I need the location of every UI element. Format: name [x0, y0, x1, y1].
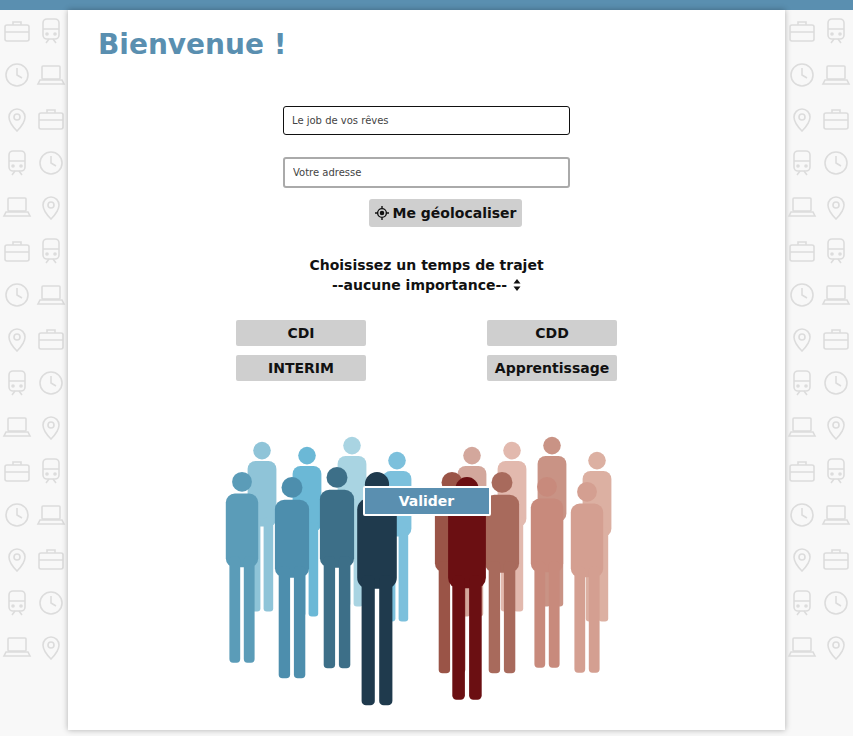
- contract-type-button[interactable]: CDD: [487, 320, 617, 346]
- pin-icon: [2, 544, 32, 574]
- page-title: Bienvenue !: [68, 10, 785, 62]
- laptop-icon: [821, 500, 851, 530]
- search-form: Me géolocaliser Choisissez un temps de t…: [68, 106, 785, 721]
- pin-icon: [36, 192, 66, 222]
- pin-icon: [821, 412, 851, 442]
- briefcase-icon: [821, 104, 851, 134]
- clock-icon: [821, 148, 851, 178]
- contract-type-grid: CDI CDD INTERIM Apprentissage: [236, 320, 617, 381]
- laptop-icon: [821, 280, 851, 310]
- briefcase-icon: [36, 104, 66, 134]
- pin-icon: [787, 104, 817, 134]
- train-icon: [787, 148, 817, 178]
- train-icon: [2, 148, 32, 178]
- contract-type-button[interactable]: Apprentissage: [487, 355, 617, 381]
- travel-time-label: Choisissez un temps de trajet: [309, 257, 543, 273]
- geolocate-button[interactable]: Me géolocaliser: [369, 199, 523, 227]
- train-icon: [787, 588, 817, 618]
- travel-time-select[interactable]: --aucune importance--: [332, 277, 521, 293]
- train-icon: [821, 16, 851, 46]
- train-icon: [787, 368, 817, 398]
- briefcase-icon: [787, 16, 817, 46]
- briefcase-icon: [2, 236, 32, 266]
- laptop-icon: [2, 632, 32, 662]
- laptop-icon: [821, 60, 851, 90]
- laptop-icon: [36, 500, 66, 530]
- crowd-people-icon: [202, 431, 652, 721]
- clock-icon: [36, 588, 66, 618]
- pin-icon: [787, 324, 817, 354]
- briefcase-icon: [787, 236, 817, 266]
- laptop-icon: [787, 632, 817, 662]
- train-icon: [2, 588, 32, 618]
- laptop-icon: [36, 280, 66, 310]
- pin-icon: [36, 412, 66, 442]
- clock-icon: [36, 148, 66, 178]
- text-field[interactable]: [283, 157, 570, 188]
- briefcase-icon: [36, 544, 66, 574]
- clock-icon: [2, 280, 32, 310]
- crowd-illustration: Valider: [202, 431, 652, 721]
- train-icon: [36, 16, 66, 46]
- laptop-icon: [2, 192, 32, 222]
- briefcase-icon: [36, 324, 66, 354]
- background-pattern: [785, 10, 853, 736]
- clock-icon: [821, 368, 851, 398]
- welcome-card: Bienvenue ! Me géolocaliser Choisissez u…: [68, 10, 785, 730]
- geolocate-label: Me géolocaliser: [393, 205, 517, 221]
- pin-icon: [2, 324, 32, 354]
- briefcase-icon: [821, 324, 851, 354]
- contract-type-button[interactable]: INTERIM: [236, 355, 366, 381]
- clock-icon: [821, 588, 851, 618]
- pin-icon: [787, 544, 817, 574]
- briefcase-icon: [821, 544, 851, 574]
- pin-icon: [36, 632, 66, 662]
- clock-icon: [787, 60, 817, 90]
- travel-time-value: --aucune importance--: [332, 277, 507, 293]
- pin-icon: [821, 192, 851, 222]
- pin-icon: [821, 632, 851, 662]
- clock-icon: [2, 60, 32, 90]
- train-icon: [821, 236, 851, 266]
- train-icon: [36, 236, 66, 266]
- clock-icon: [2, 500, 32, 530]
- pin-icon: [2, 104, 32, 134]
- crosshair-icon: [375, 206, 389, 220]
- clock-icon: [787, 500, 817, 530]
- laptop-icon: [787, 412, 817, 442]
- train-icon: [2, 368, 32, 398]
- background-pattern: [0, 10, 68, 736]
- submit-button[interactable]: Valider: [363, 486, 491, 516]
- clock-icon: [787, 280, 817, 310]
- laptop-icon: [787, 192, 817, 222]
- briefcase-icon: [787, 456, 817, 486]
- top-bar: [0, 0, 853, 10]
- clock-icon: [36, 368, 66, 398]
- train-icon: [821, 456, 851, 486]
- train-icon: [36, 456, 66, 486]
- select-arrows-icon: [513, 279, 521, 291]
- briefcase-icon: [2, 456, 32, 486]
- page: Bienvenue ! Me géolocaliser Choisissez u…: [0, 0, 853, 736]
- laptop-icon: [36, 60, 66, 90]
- contract-type-button[interactable]: CDI: [236, 320, 366, 346]
- laptop-icon: [2, 412, 32, 442]
- text-field[interactable]: [283, 106, 570, 135]
- briefcase-icon: [2, 16, 32, 46]
